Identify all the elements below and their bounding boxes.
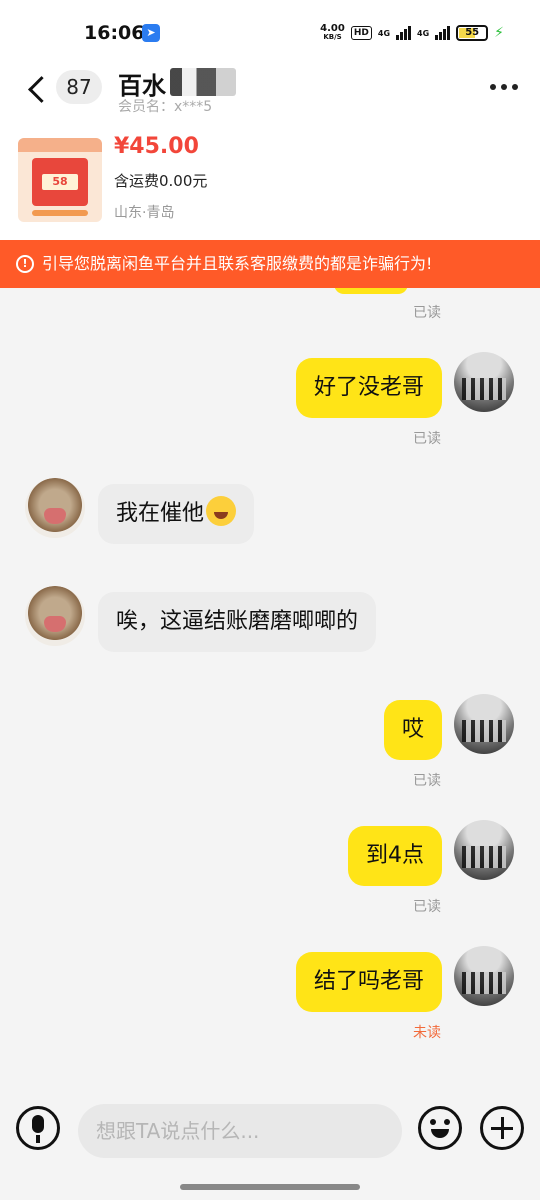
read-status: 已读	[413, 899, 441, 915]
emoji-icon[interactable]	[418, 1106, 462, 1150]
notification-app-icon: ➤	[142, 24, 160, 42]
member-id: 会员名：x***5	[118, 99, 213, 115]
warning-icon: !	[16, 255, 34, 273]
my-avatar[interactable]	[454, 946, 514, 1006]
unread-status: 未读	[413, 1025, 441, 1041]
my-avatar[interactable]	[454, 820, 514, 880]
signal-icon	[396, 26, 412, 40]
partial-message-bubble[interactable]	[334, 288, 408, 294]
crying-laugh-emoji	[206, 496, 237, 526]
hd-icon: HD	[350, 26, 372, 40]
read-status: 已读	[413, 431, 441, 447]
message-input[interactable]	[78, 1104, 402, 1158]
plus-icon[interactable]	[480, 1106, 524, 1150]
chat-header: 87 百水 会员名：x***5	[0, 62, 540, 122]
back-arrow-icon[interactable]	[26, 74, 48, 104]
battery-icon: 55	[456, 25, 489, 41]
contact-avatar[interactable]	[25, 586, 85, 646]
read-status: 已读	[413, 773, 441, 789]
status-time: 16:06	[84, 22, 145, 44]
product-location: 山东·青岛	[114, 205, 175, 221]
network-speed: 4.00 KB/S	[320, 23, 345, 42]
product-card[interactable]: ¥45.00 含运费0.00元 山东·青岛	[0, 122, 540, 240]
my-avatar[interactable]	[454, 694, 514, 754]
product-thumbnail[interactable]	[18, 138, 102, 222]
message-bubble-sent[interactable]: 到4点	[348, 826, 442, 886]
input-bar	[0, 1088, 540, 1200]
message-bubble-received[interactable]: 我在催他	[98, 484, 255, 544]
charging-icon: ⚡	[494, 25, 504, 41]
message-bubble-sent[interactable]: 好了没老哥	[295, 358, 442, 418]
nickname-redaction	[170, 68, 236, 96]
contact-avatar[interactable]	[25, 478, 85, 538]
status-bar: 16:06 ➤ 4.00 KB/S HD 4G 4G 55 ⚡	[0, 0, 540, 62]
fraud-warning-banner: ! 引导您脱离闲鱼平台并且联系客服缴费的都是诈骗行为!	[0, 240, 540, 288]
message-bubble-sent[interactable]: 哎	[383, 700, 442, 760]
unread-count-badge[interactable]: 87	[56, 70, 102, 104]
product-shipping: 含运费0.00元	[114, 172, 208, 190]
microphone-icon[interactable]	[16, 1106, 60, 1150]
read-status: 已读	[413, 305, 441, 321]
message-bubble-received[interactable]: 唉，这逼结账磨磨唧唧的	[98, 592, 377, 652]
signal-icon-2	[435, 26, 451, 40]
more-options-icon[interactable]	[490, 84, 518, 90]
message-bubble-sent[interactable]: 结了吗老哥	[295, 952, 442, 1012]
status-icons: 4.00 KB/S HD 4G 4G 55 ⚡	[320, 23, 504, 42]
my-avatar[interactable]	[454, 352, 514, 412]
home-indicator[interactable]	[180, 1184, 360, 1190]
message-list[interactable]: 已读 好了没老哥 已读 我在催他 唉，这逼结账磨磨唧唧的 哎 已读 到4点 已读…	[0, 288, 540, 1088]
warning-text: 引导您脱离闲鱼平台并且联系客服缴费的都是诈骗行为!	[42, 254, 433, 273]
product-price: ¥45.00	[114, 134, 199, 159]
